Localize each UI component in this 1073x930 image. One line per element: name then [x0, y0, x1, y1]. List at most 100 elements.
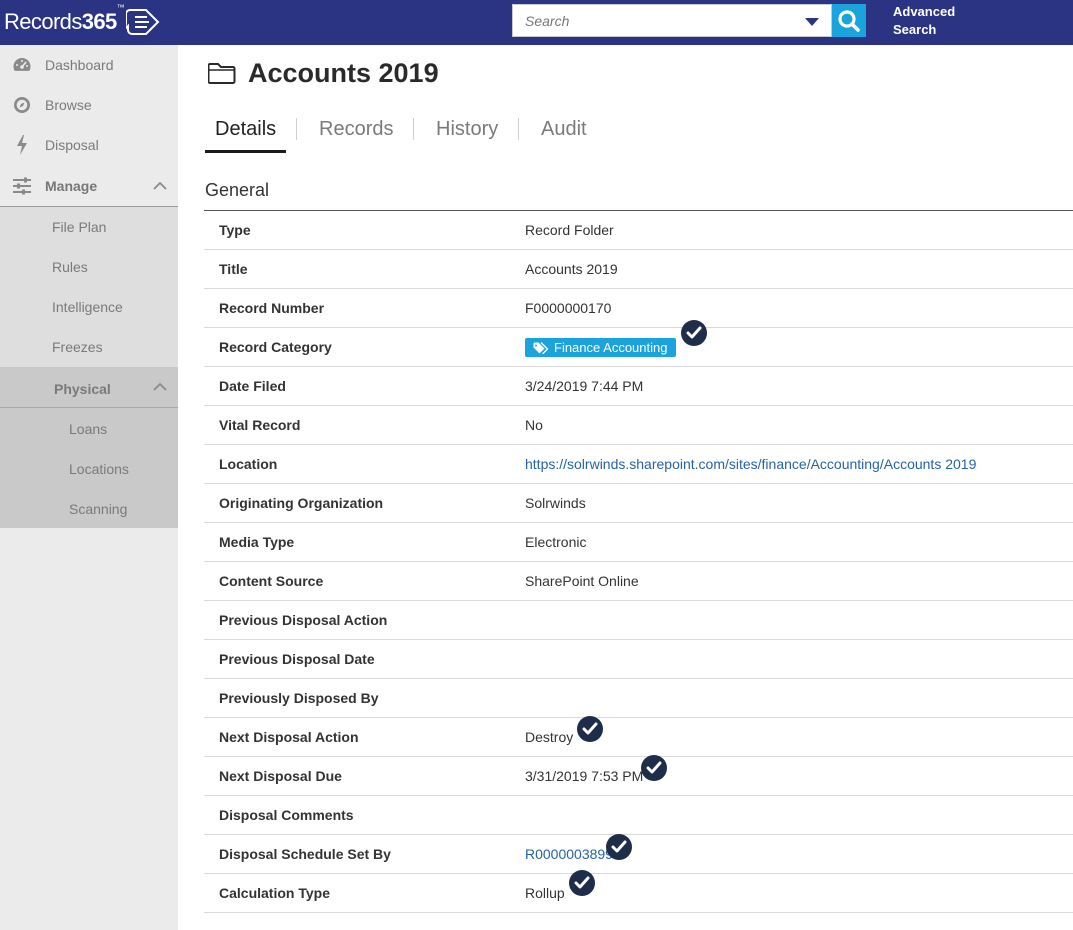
search-icon — [838, 9, 860, 32]
sidebar-item-intelligence[interactable]: Intelligence — [52, 299, 123, 315]
verified-check-icon — [569, 870, 595, 896]
verified-check-icon — [577, 716, 603, 742]
sidebar-item-rules[interactable]: Rules — [52, 259, 88, 275]
field-label: Previous Disposal Action — [219, 612, 388, 628]
sidebar-item-physical[interactable]: Physical — [54, 381, 111, 397]
field-value: SharePoint Online — [525, 573, 639, 589]
field-label: Date Filed — [219, 378, 286, 394]
table-row: Title Accounts 2019 — [204, 250, 1073, 289]
tab-separator — [518, 118, 519, 140]
sidebar-item-locations[interactable]: Locations — [69, 461, 129, 477]
tab-details[interactable]: Details — [215, 118, 276, 141]
logo-speech-bubble-icon — [126, 9, 160, 35]
field-label: Previous Disposal Date — [219, 651, 375, 667]
tab-history[interactable]: History — [436, 118, 498, 141]
table-row: Next Disposal Action Destroy — [204, 716, 1073, 757]
sidebar: Dashboard Browse Disposal Manage File Pl… — [0, 45, 178, 930]
record-category-tag-label: Finance Accounting — [554, 340, 668, 355]
field-label: Type — [219, 222, 251, 238]
advanced-search-link[interactable]: Advanced Search — [893, 3, 955, 39]
field-value: No — [525, 417, 543, 433]
search-input[interactable] — [513, 5, 793, 36]
sliders-icon — [12, 176, 32, 196]
field-label: Previously Disposed By — [219, 690, 379, 706]
sidebar-item-disposal[interactable]: Disposal — [0, 125, 178, 165]
verified-check-icon — [681, 320, 707, 346]
table-row: Originating Organization Solrwinds — [204, 484, 1073, 523]
field-value: Solrwinds — [525, 495, 586, 511]
field-label: Vital Record — [219, 417, 301, 433]
sidebar-item-dashboard[interactable]: Dashboard — [0, 45, 178, 85]
table-row: Content Source SharePoint Online — [204, 562, 1073, 601]
field-value: Record Folder — [525, 222, 614, 238]
records365-logo[interactable]: Records365™ — [4, 3, 162, 41]
sidebar-item-freezes[interactable]: Freezes — [52, 339, 103, 355]
tab-separator — [413, 118, 414, 140]
divider — [0, 407, 178, 408]
record-category-tag[interactable]: Finance Accounting — [525, 338, 677, 357]
search-scope-dropdown-icon[interactable] — [805, 18, 819, 26]
table-row: Date Filed 3/24/2019 7:44 PM — [204, 367, 1073, 406]
tags-icon — [533, 341, 549, 354]
table-row: Previously Disposed By — [204, 679, 1073, 718]
verified-check-icon — [641, 755, 667, 781]
field-value: Rollup — [525, 885, 565, 901]
table-row: Record Category Finance Accounting — [204, 320, 1073, 367]
table-row: Calculation Type Rollup — [204, 870, 1073, 913]
lightning-bolt-icon — [12, 135, 32, 155]
chevron-up-icon[interactable] — [153, 382, 167, 392]
field-value: Destroy — [525, 729, 574, 745]
field-value: Accounts 2019 — [525, 261, 618, 277]
table-row: Next Disposal Due 3/31/2019 7:53 PM — [204, 755, 1073, 796]
field-label: Disposal Comments — [219, 807, 354, 823]
field-value: 3/31/2019 7:53 PM — [525, 768, 644, 784]
field-value: F0000000170 — [525, 300, 612, 316]
dashboard-gauge-icon — [12, 55, 32, 75]
sidebar-item-browse[interactable]: Browse — [0, 85, 178, 125]
top-bar: Records365™ Advanced Search — [0, 0, 1073, 45]
page-header: Accounts 2019 — [208, 58, 439, 88]
sidebar-item-manage[interactable]: Manage — [0, 166, 178, 206]
manage-submenu: File Plan Rules Intelligence Freezes — [0, 207, 178, 367]
field-label: Record Number — [219, 300, 325, 316]
compass-icon — [12, 95, 32, 115]
search-button[interactable] — [832, 4, 866, 37]
sidebar-item-loans[interactable]: Loans — [69, 421, 107, 437]
field-label: Calculation Type — [219, 885, 330, 901]
verified-check-icon — [606, 834, 632, 860]
active-tab-indicator — [205, 150, 286, 153]
page-title: Accounts 2019 — [248, 57, 439, 88]
logo-wordmark: Records365™ — [4, 3, 125, 34]
table-row: Location https://solrwinds.sharepoint.com… — [204, 445, 1073, 484]
chevron-up-icon[interactable] — [153, 181, 167, 191]
field-label: Location — [219, 456, 278, 472]
table-row: Type Record Folder — [204, 211, 1073, 250]
table-row: Disposal Comments — [204, 796, 1073, 835]
table-row: Previous Disposal Date — [204, 640, 1073, 679]
field-label: Disposal Schedule Set By — [219, 846, 391, 862]
table-row: Vital Record No — [204, 406, 1073, 445]
field-label: Next Disposal Action — [219, 729, 359, 745]
sidebar-item-file-plan[interactable]: File Plan — [52, 219, 106, 235]
field-value: 3/24/2019 7:44 PM — [525, 378, 644, 394]
field-value-link[interactable]: R0000003899 — [525, 846, 613, 862]
field-label: Record Category — [219, 339, 332, 355]
field-label: Next Disposal Due — [219, 768, 342, 784]
field-label: Media Type — [219, 534, 295, 550]
tab-records[interactable]: Records — [319, 118, 393, 141]
field-label: Content Source — [219, 573, 324, 589]
tab-separator — [296, 118, 297, 140]
sidebar-item-scanning[interactable]: Scanning — [69, 501, 127, 517]
table-row: Record Number F0000000170 — [204, 289, 1073, 328]
table-row: Disposal Schedule Set By R0000003899 — [204, 834, 1073, 874]
field-label: Originating Organization — [219, 495, 384, 511]
search-box[interactable] — [512, 4, 832, 37]
folder-icon — [208, 63, 236, 84]
table-row: Media Type Electronic — [204, 523, 1073, 562]
field-label: Title — [219, 261, 248, 277]
table-row: Previous Disposal Action — [204, 601, 1073, 640]
tab-audit[interactable]: Audit — [541, 118, 587, 141]
field-value-link[interactable]: https://solrwinds.sharepoint.com/sites/f… — [525, 456, 976, 472]
details-table: Type Record Folder Title Accounts 2019 Recor… — [204, 211, 1073, 913]
physical-submenu: Physical Loans Locations Scanning — [0, 367, 178, 528]
